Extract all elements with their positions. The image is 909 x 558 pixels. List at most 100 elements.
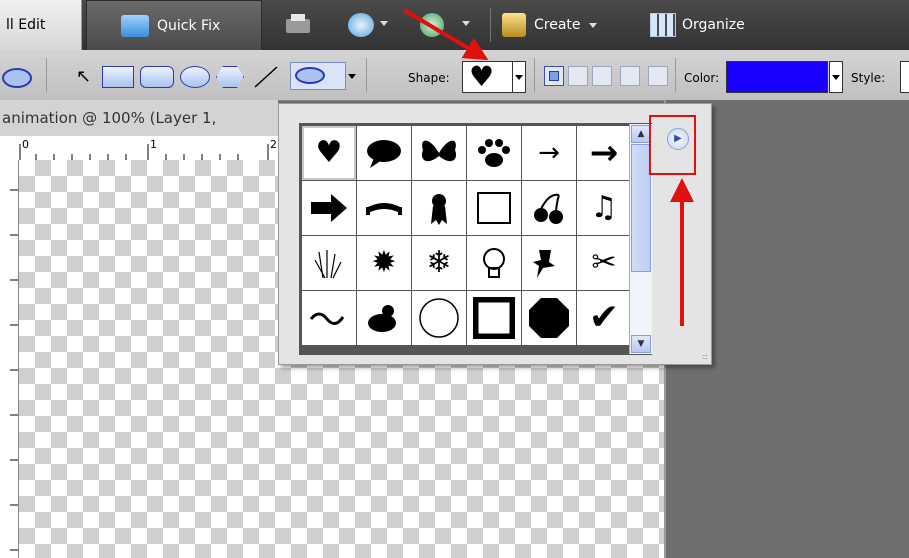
options-divider [46,58,47,92]
shape-arrow[interactable]: → [577,126,631,180]
online-button[interactable] [414,11,474,39]
speech-bubble-shape-icon [295,67,325,84]
style-label: Style: [851,71,886,85]
new-shape-layer-icon[interactable] [544,66,564,86]
add-to-shape-icon[interactable] [568,66,588,86]
ellipse-tool-icon[interactable] [180,66,210,88]
shape-dropdown-icon [515,75,523,80]
share-button[interactable] [348,11,392,39]
lightbulb-icon [483,248,505,278]
shape-picker-panel: ♥ → → ♫ ✹ ❄ ✂ ✔ ▲ ▼ ▶::: [278,103,712,365]
tab-full-edit-label: ll Edit [6,17,46,33]
shape-paw-print[interactable] [467,126,521,180]
mode-bar: ll Edit Quick Fix Create Organize [0,0,909,50]
quick-fix-icon [121,14,149,37]
banner-icon [366,203,402,215]
vertical-ruler [0,160,19,558]
shape-swirl[interactable] [302,291,356,345]
square-frame-icon [473,297,515,339]
shape-scissors[interactable]: ✂ [577,236,631,290]
shape-pushpin[interactable] [522,236,576,290]
create-dropdown-icon [588,22,597,28]
tab-quick-fix-label: Quick Fix [157,17,221,34]
shape-banner[interactable] [357,181,411,235]
shape-cherries[interactable] [522,181,576,235]
shape-music-notes[interactable]: ♫ [577,181,631,235]
bold-arrow-icon [311,194,347,222]
swirl-icon [309,312,345,325]
shape-frame[interactable] [467,181,521,235]
tab-full-edit[interactable]: ll Edit [0,0,82,50]
printer-paper-icon [291,14,305,21]
shape-octagon[interactable] [522,291,576,345]
scrollbar-thumb[interactable] [631,144,651,272]
shape-butterfly[interactable] [412,126,466,180]
cherries-icon [534,193,563,224]
shape-floral[interactable] [357,291,411,345]
heart-shape-icon: ♥ [469,60,495,93]
shape-starburst[interactable]: ✹ [357,236,411,290]
shape-tool-dropdown-icon[interactable] [348,74,356,79]
exclude-shape-icon[interactable] [648,66,668,86]
scroll-up-icon[interactable]: ▲ [631,125,651,143]
resize-grip-icon[interactable]: ::: [702,352,708,361]
ribbon-icon [431,194,447,225]
ruler-ticks [19,144,269,160]
shape-lightbulb[interactable] [467,236,521,290]
shape-heart[interactable]: ♥ [302,126,356,180]
color-dropdown-button[interactable] [829,61,843,93]
pushpin-icon [533,250,555,278]
share-dropdown-icon [380,21,388,26]
line-shape-icon [254,66,278,88]
organize-button[interactable]: Organize [650,10,780,40]
create-menu[interactable]: Create [502,10,632,40]
color-swatch[interactable] [726,61,828,93]
shape-square-frame[interactable] [467,291,521,345]
share-icon [348,13,374,37]
shape-speech-bubble[interactable] [357,126,411,180]
vertical-ruler-ticks [10,189,18,551]
style-selector[interactable] [900,61,909,93]
rounded-rectangle-tool-icon[interactable] [140,66,174,88]
shape-bold-arrow[interactable] [302,181,356,235]
frame-icon [477,192,511,224]
music-notes-icon: ♫ [590,190,618,225]
tab-quick-fix[interactable]: Quick Fix [86,0,262,50]
document-title: animation @ 100% (Layer 1, [2,109,217,127]
line-tool-icon[interactable] [252,64,280,90]
heart-icon: ♥ [315,135,343,170]
shape-grass[interactable] [302,236,356,290]
rectangle-tool-icon[interactable] [102,66,134,88]
paw-print-icon [478,139,510,167]
grass-icon [314,250,342,279]
new-shape-layer-glyph [549,71,559,81]
shape-grid: ♥ → → ♫ ✹ ❄ ✂ ✔ [299,123,652,355]
shape-label: Shape: [408,71,450,85]
selection-arrow-icon[interactable]: ↖ [76,66,91,88]
options-divider [366,58,367,92]
circle-frame-icon [419,298,459,338]
print-button[interactable] [284,13,312,37]
speech-bubble-icon [367,140,401,168]
custom-shape-tool-icon[interactable] [290,62,346,90]
thin-arrow-icon: → [538,138,560,168]
shape-snowflake[interactable]: ❄ [412,236,466,290]
options-divider [534,58,535,92]
subtract-from-shape-icon[interactable] [592,66,612,86]
intersect-shape-icon[interactable] [620,66,640,86]
shape-ribbon[interactable] [412,181,466,235]
ruler-label: 0 [22,138,29,151]
organize-label: Organize [682,17,745,33]
octagon-icon [529,298,569,338]
shape-dropdown-button[interactable] [512,61,526,93]
shape-circle-frame[interactable] [412,291,466,345]
shape-selector[interactable]: ♥ [462,61,516,93]
create-label: Create [534,17,581,33]
floral-icon [368,305,396,332]
create-icon [502,13,526,37]
lasso-tool-icon[interactable] [2,68,32,88]
scroll-down-icon[interactable]: ▼ [631,335,651,353]
shape-thin-arrow[interactable]: → [522,126,576,180]
document-tab[interactable]: animation @ 100% (Layer 1, [0,100,278,136]
shape-checkmark[interactable]: ✔ [577,291,631,345]
